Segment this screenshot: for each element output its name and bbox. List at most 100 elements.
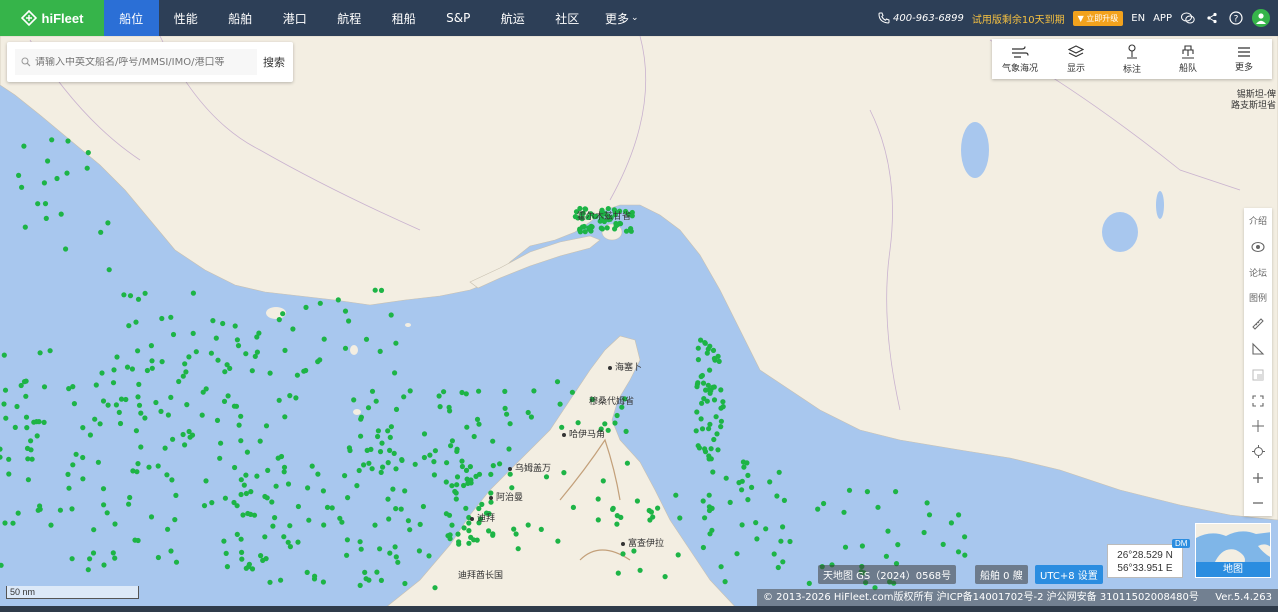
ship-marker[interactable] — [605, 427, 611, 433]
ship-marker[interactable] — [6, 456, 12, 462]
ship-marker[interactable] — [377, 449, 384, 455]
ship-marker[interactable] — [170, 436, 176, 442]
ship-marker[interactable] — [214, 417, 221, 423]
ship-marker[interactable] — [449, 522, 455, 528]
ship-marker[interactable] — [694, 384, 700, 390]
ship-marker[interactable] — [136, 381, 142, 387]
ship-marker[interactable] — [455, 531, 461, 537]
ship-marker[interactable] — [373, 398, 379, 404]
ship-marker[interactable] — [249, 368, 255, 374]
ship-marker[interactable] — [12, 424, 18, 430]
ship-marker[interactable] — [170, 331, 177, 338]
ship-marker[interactable] — [377, 348, 383, 354]
ship-marker[interactable] — [146, 464, 152, 470]
ship-marker[interactable] — [361, 462, 367, 468]
ship-marker[interactable] — [225, 393, 231, 399]
ship-marker[interactable] — [454, 474, 461, 480]
ship-marker[interactable] — [618, 514, 624, 521]
ship-marker[interactable] — [209, 500, 215, 506]
ship-marker[interactable] — [780, 559, 786, 565]
ship-marker[interactable] — [23, 393, 29, 399]
side-crosshair[interactable] — [1244, 413, 1272, 439]
ship-marker[interactable] — [127, 293, 134, 299]
ship-marker[interactable] — [265, 467, 271, 473]
ship-marker[interactable] — [778, 538, 784, 544]
ship-marker[interactable] — [736, 480, 742, 486]
ship-marker[interactable] — [129, 366, 135, 372]
ship-marker[interactable] — [37, 503, 43, 509]
ship-marker[interactable] — [186, 354, 192, 360]
ship-marker[interactable] — [637, 567, 643, 573]
ship-marker[interactable] — [648, 509, 655, 515]
ship-marker[interactable] — [610, 506, 616, 512]
ship-marker[interactable] — [962, 534, 968, 540]
ship-marker[interactable] — [695, 345, 701, 351]
ship-marker[interactable] — [395, 559, 401, 565]
ship-marker[interactable] — [561, 470, 567, 476]
ship-marker[interactable] — [780, 524, 786, 530]
ship-marker[interactable] — [628, 226, 634, 232]
ship-marker[interactable] — [278, 577, 284, 583]
ship-marker[interactable] — [295, 503, 301, 510]
ship-marker[interactable] — [707, 421, 713, 427]
ship-marker[interactable] — [344, 537, 350, 543]
ship-marker[interactable] — [710, 347, 717, 353]
ship-marker[interactable] — [393, 406, 400, 412]
ship-marker[interactable] — [71, 401, 77, 407]
ship-marker[interactable] — [24, 445, 31, 451]
ship-marker[interactable] — [893, 489, 899, 495]
ship-marker[interactable] — [244, 449, 250, 455]
ship-marker[interactable] — [749, 484, 755, 490]
ship-marker[interactable] — [437, 404, 443, 410]
ship-marker[interactable] — [695, 357, 702, 363]
ship-marker[interactable] — [222, 369, 228, 375]
ship-marker[interactable] — [285, 481, 292, 487]
ship-marker[interactable] — [449, 483, 455, 489]
nav-item-more[interactable]: 更多 ⌄ — [595, 0, 650, 36]
ship-marker[interactable] — [432, 585, 438, 591]
tool-fleet[interactable]: 船队 — [1160, 39, 1216, 79]
ship-marker[interactable] — [452, 488, 458, 495]
ship-marker[interactable] — [99, 370, 105, 376]
ship-marker[interactable] — [706, 426, 712, 432]
ship-marker[interactable] — [246, 561, 252, 567]
ship-marker[interactable] — [320, 488, 326, 494]
ship-marker[interactable] — [90, 550, 97, 556]
search-button[interactable]: 搜索 — [263, 54, 285, 70]
ship-marker[interactable] — [704, 398, 710, 404]
ship-marker[interactable] — [675, 552, 681, 558]
ship-marker[interactable] — [377, 546, 383, 552]
ship-marker[interactable] — [43, 215, 49, 221]
ship-marker[interactable] — [311, 576, 318, 582]
ship-marker[interactable] — [235, 343, 242, 349]
ship-marker[interactable] — [454, 482, 460, 488]
ship-marker[interactable] — [620, 551, 626, 557]
nav-item-performance[interactable]: 性能 — [159, 0, 214, 36]
ship-marker[interactable] — [48, 522, 54, 528]
ship-marker[interactable] — [35, 201, 41, 207]
ship-marker[interactable] — [41, 384, 48, 390]
ship-marker[interactable] — [180, 431, 186, 438]
ship-marker[interactable] — [365, 405, 372, 411]
ship-marker[interactable] — [2, 520, 8, 526]
ship-marker[interactable] — [234, 337, 240, 343]
ship-marker[interactable] — [164, 472, 170, 478]
ship-marker[interactable] — [392, 370, 398, 376]
ship-marker[interactable] — [304, 569, 310, 576]
ship-marker[interactable] — [634, 498, 641, 504]
ship-marker[interactable] — [357, 539, 363, 545]
ship-marker[interactable] — [162, 445, 168, 451]
ship-marker[interactable] — [378, 469, 384, 475]
ship-marker[interactable] — [189, 432, 196, 438]
ship-marker[interactable] — [459, 463, 465, 470]
ship-marker[interactable] — [699, 426, 706, 432]
ship-marker[interactable] — [698, 416, 704, 422]
ship-marker[interactable] — [100, 486, 107, 492]
ship-marker[interactable] — [379, 440, 385, 446]
ship-marker[interactable] — [337, 515, 343, 521]
ship-marker[interactable] — [25, 456, 31, 462]
ship-marker[interactable] — [366, 577, 372, 583]
ship-marker[interactable] — [135, 296, 142, 302]
wechat-icon[interactable] — [1180, 10, 1196, 26]
ship-marker[interactable] — [479, 501, 485, 507]
